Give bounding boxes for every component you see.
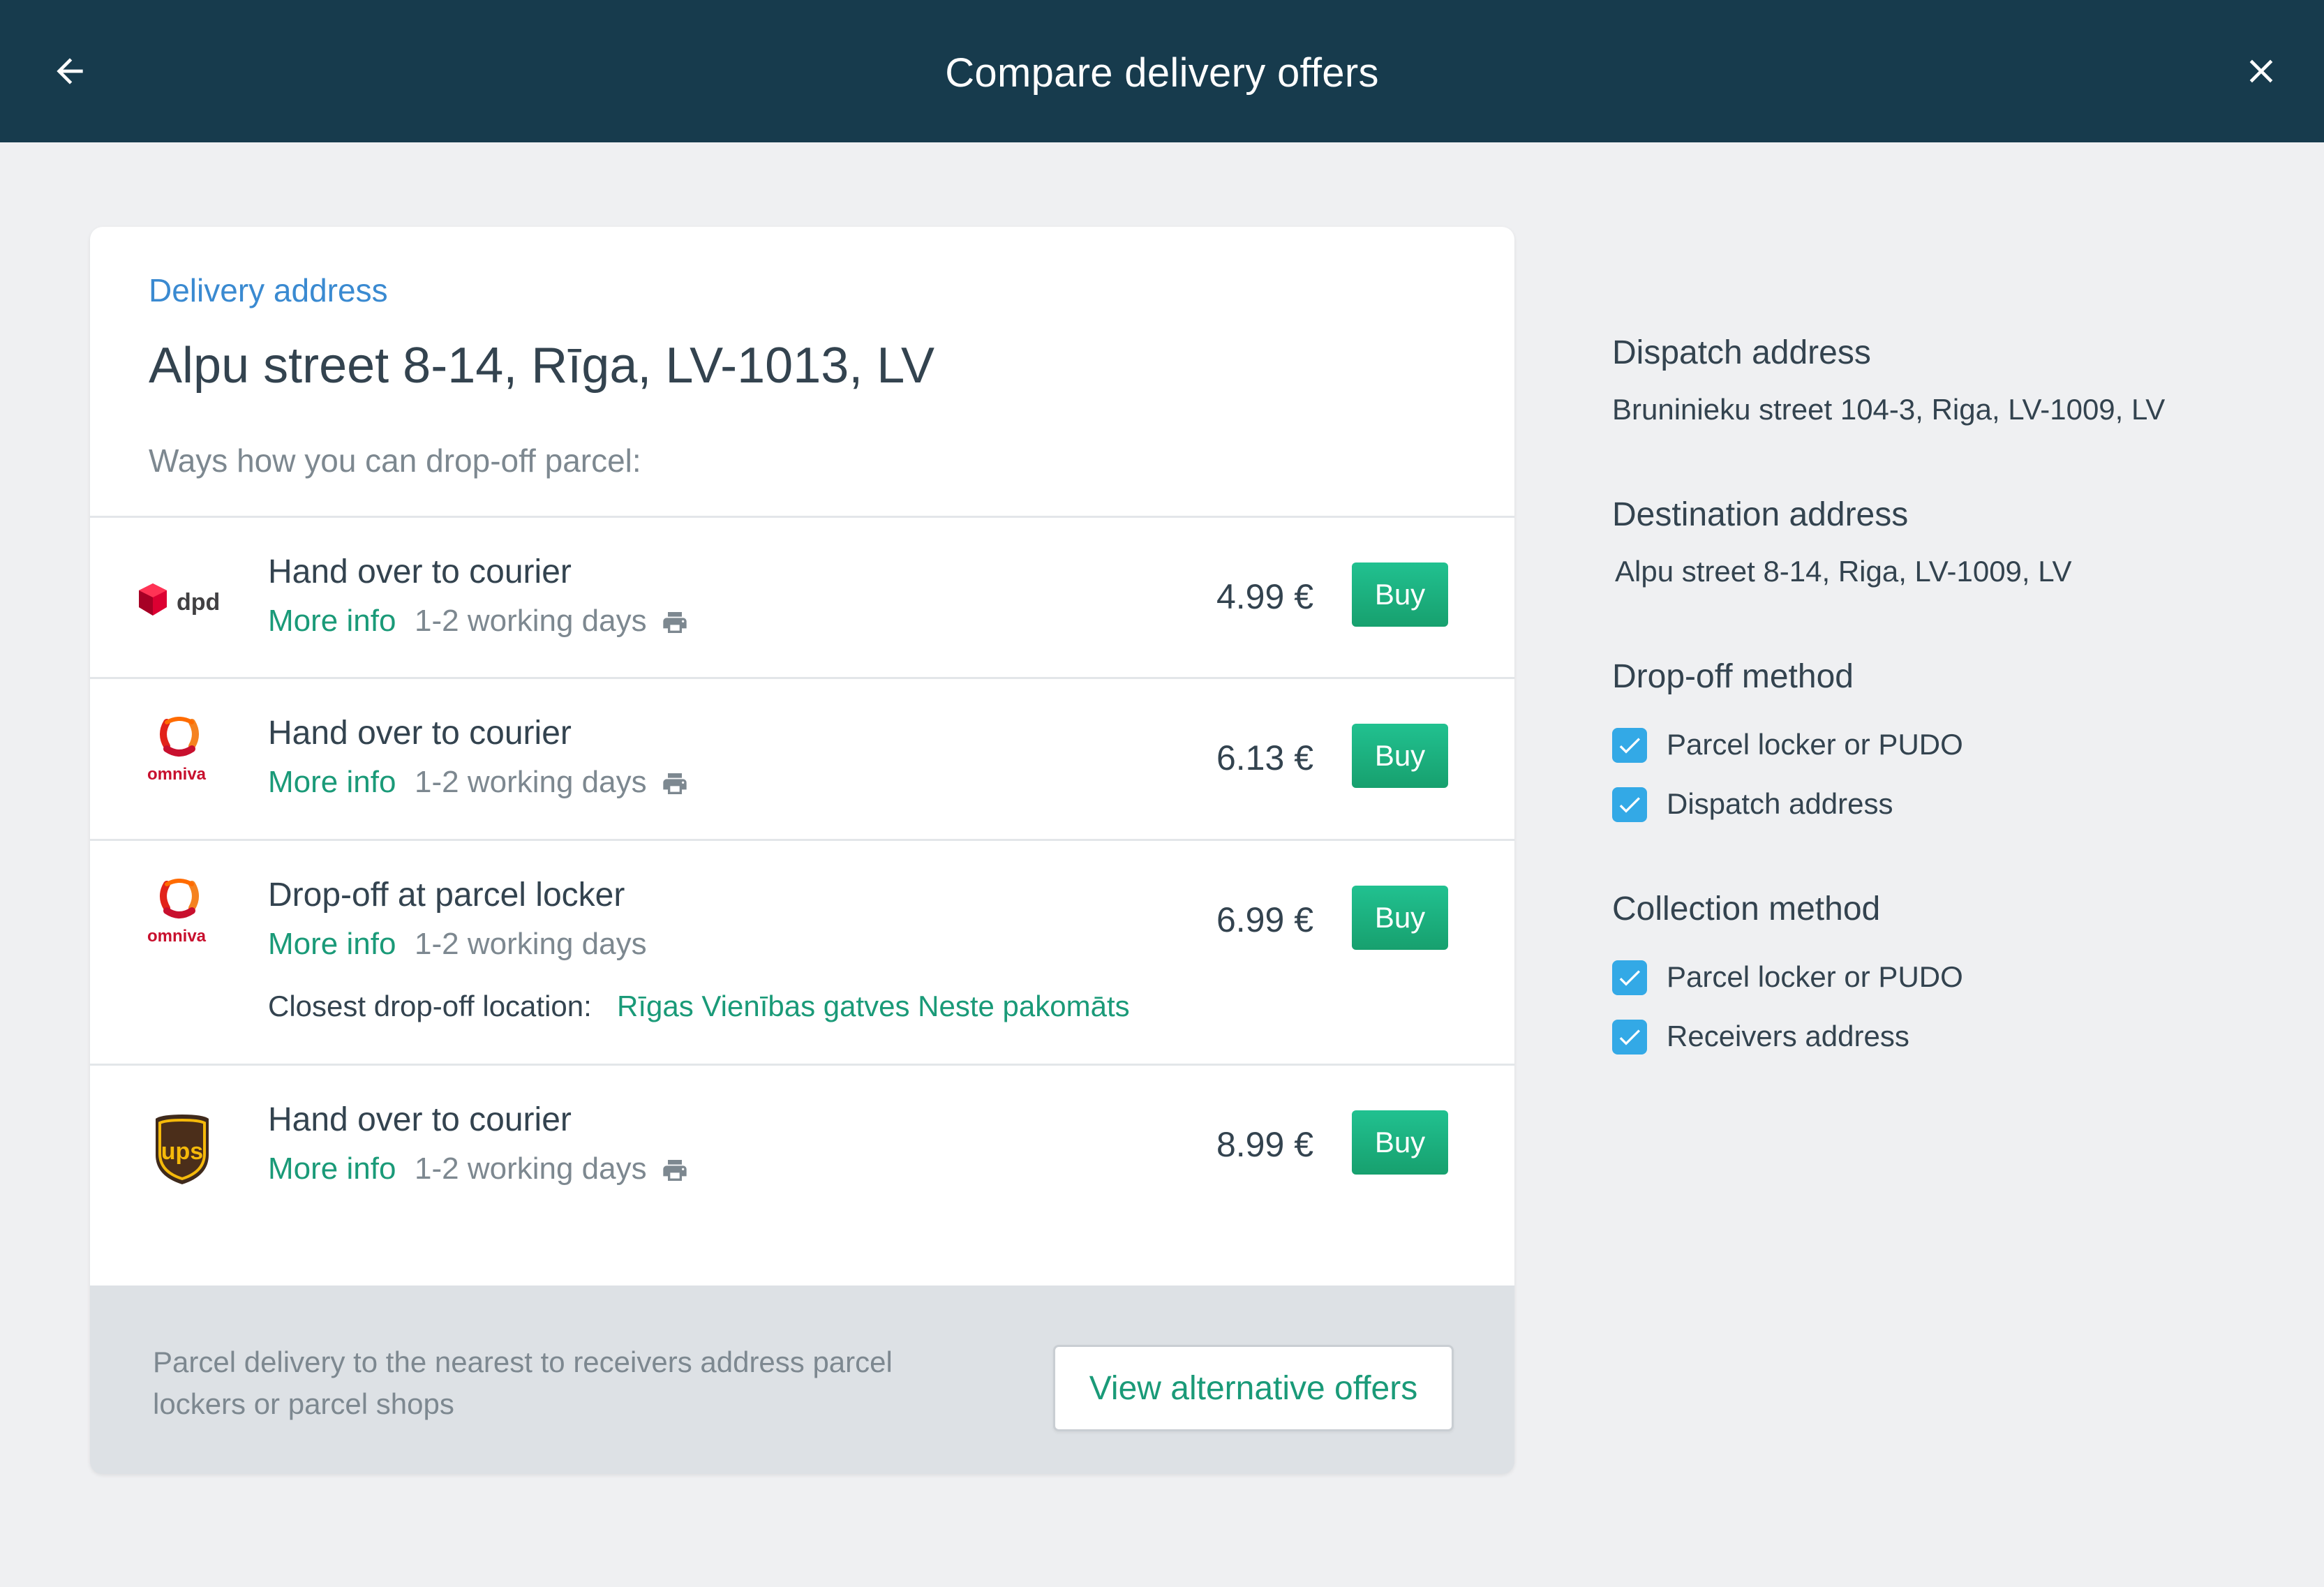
dropoff-dispatch-label: Dispatch address [1667,787,1893,820]
offer-method: Drop-off at parcel locker [268,877,625,914]
more-info-link[interactable]: More info [268,927,396,962]
page-title: Compare delivery offers [945,50,1379,96]
collection-receiver-checkbox[interactable] [1612,1020,1647,1055]
buy-button[interactable]: Buy [1352,1110,1448,1175]
destination-address-title: Destination address [1612,496,1909,533]
collection-locker-label: Parcel locker or PUDO [1667,960,1963,993]
destination-address-value: Alpu street 8-14, Riga, LV-1009, LV [1615,555,2072,588]
svg-text:omniva: omniva [147,765,207,784]
closest-location-link[interactable]: Rīgas Vienības gatves Neste pakomāts [617,990,1130,1023]
svg-text:dpd: dpd [177,589,220,616]
printer-icon [663,1160,687,1181]
checkmark-icon [1619,970,1640,986]
offer-method: Hand over to courier [268,1101,572,1138]
dropoff-locker-checkbox[interactable] [1612,728,1647,763]
offer-price: 8.99 € [1216,1125,1313,1164]
delivery-time: 1-2 working days [415,1152,647,1186]
dropoff-dispatch-checkbox[interactable] [1612,787,1647,822]
omniva-logo: omniva [146,879,223,952]
dropoff-ways-label: Ways how you can drop-off parcel: [149,442,641,479]
offer-row: omniva Hand over to courier More info 1-… [90,677,1514,839]
dispatch-address-title: Dispatch address [1612,334,1871,371]
dpd-logo: dpd [137,579,228,625]
svg-text:ups: ups [161,1138,203,1165]
svg-text:omniva: omniva [147,927,207,946]
offer-method: Hand over to courier [268,553,572,590]
buy-button[interactable]: Buy [1352,886,1448,950]
checkmark-icon [1619,1029,1640,1045]
delivery-time: 1-2 working days [415,765,647,799]
buy-button[interactable]: Buy [1352,562,1448,627]
delivery-address-label: Delivery address [149,272,388,308]
checkmark-icon [1619,738,1640,754]
alternative-offers-description: Parcel delivery to the nearest to receiv… [153,1346,893,1420]
printer-icon [663,773,687,794]
checkmark-icon [1619,797,1640,813]
more-info-link[interactable]: More info [268,1152,396,1186]
buy-button[interactable]: Buy [1352,724,1448,788]
close-icon [2249,59,2273,83]
dispatch-address-value: Bruninieku street 104-3, Riga, LV-1009, … [1612,393,2166,426]
delivery-time: 1-2 working days [415,604,647,638]
offer-price: 4.99 € [1216,577,1313,616]
delivery-address: Alpu street 8-14, Rīga, LV-1013, LV [149,338,935,394]
omniva-logo: omniva [146,717,223,790]
collection-method-title: Collection method [1612,891,1881,927]
collection-receiver-label: Receivers address [1667,1020,1909,1052]
closest-location-label: Closest drop-off location: [268,990,592,1022]
offer-row: ups Hand over to courier More info 1-2 w… [90,1064,1514,1286]
ups-logo: ups [154,1113,210,1189]
dropoff-locker-label: Parcel locker or PUDO [1667,728,1963,761]
collection-locker-checkbox[interactable] [1612,960,1647,995]
offers-card: Delivery address Alpu street 8-14, Rīga,… [90,227,1514,1474]
more-info-link[interactable]: More info [268,604,396,639]
top-bar: Compare delivery offers [0,0,2324,142]
delivery-time: 1-2 working days [415,927,647,961]
more-info-link[interactable]: More info [268,765,396,800]
offers-list-panel: Delivery address Alpu street 8-14, Rīga,… [90,227,1514,1286]
offer-row: omniva Drop-off at parcel locker More in… [90,839,1514,1064]
offer-row: dpd Hand over to courier More info 1-2 w… [90,516,1514,677]
offer-method: Hand over to courier [268,715,572,752]
printer-icon [663,612,687,633]
offer-price: 6.13 € [1216,738,1313,777]
close-button[interactable] [2233,43,2289,99]
dropoff-method-title: Drop-off method [1612,658,1854,695]
view-alternative-offers-button[interactable]: View alternative offers [1053,1345,1454,1431]
offer-price: 6.99 € [1216,900,1313,939]
